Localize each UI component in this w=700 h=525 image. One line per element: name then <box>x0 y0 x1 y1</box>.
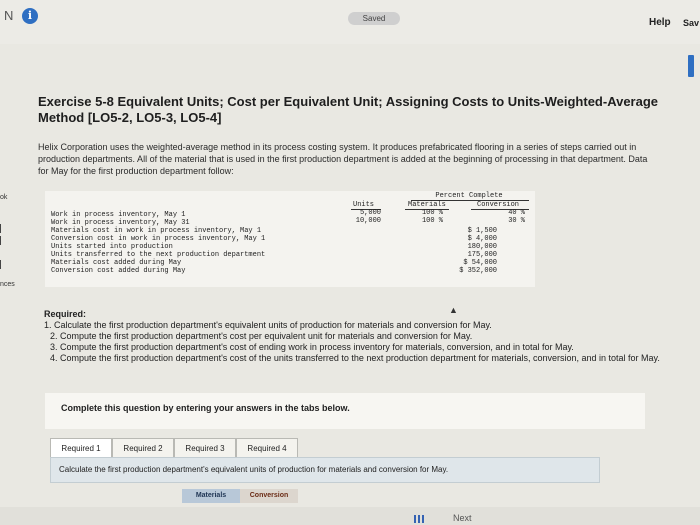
scroll-indicator[interactable] <box>688 55 694 77</box>
materials-value: 100 % <box>421 217 443 225</box>
header-conversion: Conversion <box>477 201 520 209</box>
save-link[interactable]: Sav <box>683 18 699 28</box>
bottom-strip <box>0 507 700 525</box>
required-heading: Required: <box>44 309 87 319</box>
amount-value: $ 54,000 <box>463 259 497 267</box>
tab-panel-instruction: Calculate the first production departmen… <box>59 465 449 474</box>
amount-value: 175,000 <box>467 251 497 259</box>
materials-value: 100 % <box>421 209 443 217</box>
data-table: Percent Complete Units Materials Convers… <box>45 191 535 287</box>
side-fragment-nces: nces <box>0 281 15 288</box>
row-label: Conversion cost added during May <box>51 267 186 275</box>
header-units: Units <box>353 201 375 209</box>
top-bar: N i Saved Help Sav <box>0 0 700 44</box>
side-fragment-ok: ok <box>0 194 8 201</box>
row-label: Materials cost added during May <box>51 259 182 267</box>
amount-value: $ 4,000 <box>467 235 497 243</box>
instructions-panel: Complete this question by entering your … <box>45 393 645 429</box>
units-value: 5,000 <box>359 209 381 217</box>
amount-value: $ 1,500 <box>467 227 497 235</box>
row-label: Work in process inventory, May 1 <box>51 211 186 219</box>
row-label: Conversion cost in work in process inven… <box>51 235 266 243</box>
subtab-materials[interactable]: Materials <box>182 489 240 503</box>
row-label: Units started into production <box>51 243 173 251</box>
info-icon[interactable]: i <box>22 8 38 24</box>
help-link[interactable]: Help <box>649 17 671 28</box>
header-percent-complete: Percent Complete <box>435 192 503 200</box>
saved-status: Saved <box>348 12 400 25</box>
units-value: 10,000 <box>355 217 381 225</box>
side-bracket <box>0 236 5 245</box>
header-materials: Materials <box>408 201 446 209</box>
required-item-2: 2. Compute the first production departme… <box>50 331 473 341</box>
next-button[interactable]: Next <box>453 513 472 523</box>
required-item-1: 1. Calculate the first production depart… <box>44 320 492 330</box>
row-label: Work in process inventory, May 31 <box>51 219 190 227</box>
instructions-text: Complete this question by entering your … <box>61 403 350 413</box>
tab-panel: Calculate the first production departmen… <box>50 457 600 483</box>
exercise-intro: Helix Corporation uses the weighted-aver… <box>38 142 648 176</box>
grid-icon[interactable] <box>414 515 426 523</box>
tab-required-1[interactable]: Required 1 <box>50 438 112 458</box>
required-section: Required: 1. Calculate the first product… <box>44 309 664 364</box>
row-label: Units transferred to the next production… <box>51 251 266 259</box>
tab-required-2[interactable]: Required 2 <box>112 438 174 458</box>
amount-value: 180,000 <box>467 243 497 251</box>
amount-value: $ 352,000 <box>459 267 497 275</box>
required-item-4: 4. Compute the first production departme… <box>50 353 660 363</box>
tab-required-3[interactable]: Required 3 <box>174 438 236 458</box>
left-mark: N <box>4 8 14 23</box>
subtab-conversion[interactable]: Conversion <box>240 489 298 503</box>
side-bracket <box>0 260 5 269</box>
conversion-value: 30 % <box>508 217 525 225</box>
side-bracket <box>0 224 5 233</box>
exercise-title: Exercise 5-8 Equivalent Units; Cost per … <box>38 94 659 125</box>
row-label: Materials cost in work in process invent… <box>51 227 262 235</box>
required-item-3: 3. Compute the first production departme… <box>50 342 574 352</box>
conversion-value: 40 % <box>508 209 525 217</box>
tab-required-4[interactable]: Required 4 <box>236 438 298 458</box>
